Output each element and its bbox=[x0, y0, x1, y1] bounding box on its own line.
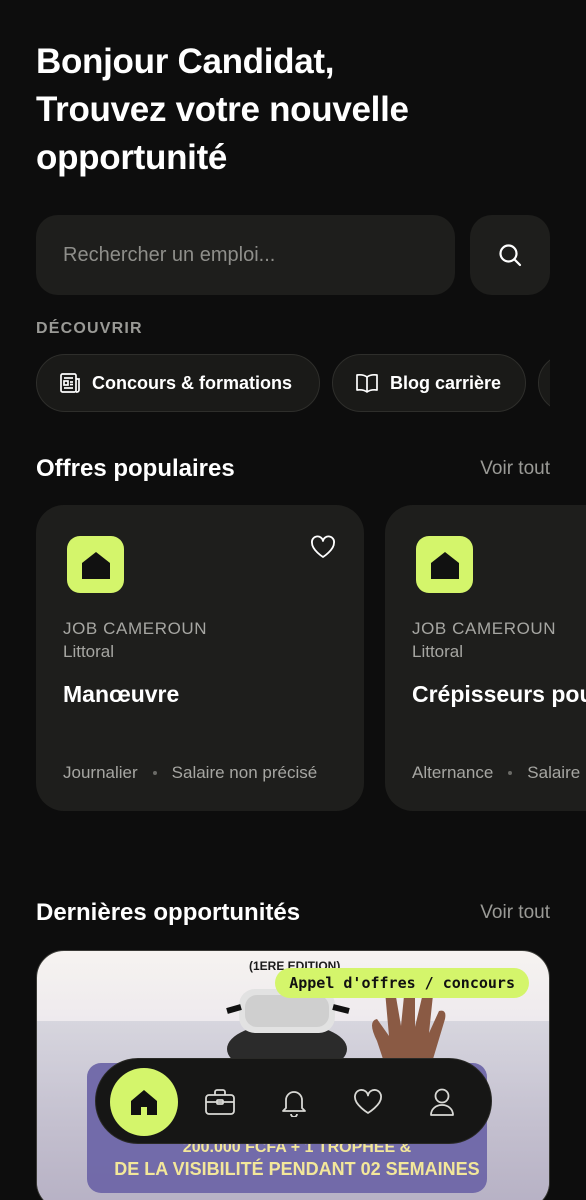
search-button[interactable] bbox=[470, 215, 550, 295]
search-icon bbox=[497, 242, 523, 268]
home-icon bbox=[129, 1088, 159, 1116]
favorite-button[interactable] bbox=[310, 535, 336, 564]
job-contract: Alternance bbox=[412, 763, 494, 782]
category-badge: Appel d'offres / concours bbox=[275, 968, 529, 998]
job-location: Littoral bbox=[412, 642, 464, 661]
job-company: JOB CAMEROUN bbox=[63, 619, 208, 638]
job-card[interactable]: JOB CAMEROUN Littoral Manœuvre Journalie… bbox=[36, 505, 364, 811]
job-location: Littoral bbox=[63, 642, 115, 661]
latest-see-all-link[interactable]: Voir tout bbox=[480, 902, 550, 924]
latest-opportunities-title: Dernières opportunités bbox=[36, 899, 301, 926]
greeting-title: Bonjour Candidat, Trouvez votre nouvelle… bbox=[36, 38, 556, 182]
job-company: JOB CAMEROUN bbox=[412, 619, 557, 638]
user-icon bbox=[428, 1087, 456, 1117]
nav-favorites-button[interactable] bbox=[340, 1059, 396, 1145]
heart-icon bbox=[310, 535, 336, 563]
bottom-navigation bbox=[95, 1058, 492, 1144]
book-icon bbox=[355, 372, 379, 394]
poster-visibility-text: DE LA VISIBILITÉ PENDANT 02 SEMAINES bbox=[114, 1159, 480, 1179]
discover-chips: Concours & formations Blog carrière bbox=[36, 354, 550, 412]
popular-offers-title: Offres populaires bbox=[36, 455, 235, 482]
chip-blog-carriere[interactable]: Blog carrière bbox=[332, 354, 526, 412]
job-title: Crépisseurs pour chantier bbox=[412, 681, 586, 707]
discover-label: DÉCOUVRIR bbox=[36, 320, 143, 337]
popular-see-all-link[interactable]: Voir tout bbox=[480, 458, 550, 480]
job-meta: Journalier Salaire non précisé bbox=[63, 763, 317, 783]
job-card[interactable]: JOB CAMEROUN Littoral Crépisseurs pour c… bbox=[385, 505, 586, 811]
greeting-line-1: Bonjour Candidat, bbox=[36, 42, 335, 81]
popular-offers-carousel: JOB CAMEROUN Littoral Manœuvre Journalie… bbox=[0, 505, 586, 811]
separator-dot bbox=[152, 771, 157, 775]
job-salary: Salaire non précisé bbox=[527, 763, 586, 782]
job-title: Manœuvre bbox=[63, 681, 180, 707]
chip-label: Blog carrière bbox=[390, 372, 502, 393]
job-meta: Alternance Salaire non précisé bbox=[412, 763, 586, 783]
greeting-line-3: opportunité bbox=[36, 138, 228, 177]
chip-more[interactable] bbox=[538, 354, 550, 412]
nav-notifications-button[interactable] bbox=[266, 1059, 322, 1145]
separator-dot bbox=[508, 771, 513, 775]
search-box[interactable] bbox=[36, 215, 455, 295]
greeting-line-2: Trouvez votre nouvelle bbox=[36, 90, 409, 129]
company-logo bbox=[416, 536, 473, 593]
nav-home-button[interactable] bbox=[110, 1068, 178, 1136]
heart-icon bbox=[353, 1089, 383, 1115]
job-contract: Journalier bbox=[63, 763, 138, 782]
chip-label: Concours & formations bbox=[92, 372, 293, 393]
search-input[interactable] bbox=[63, 243, 455, 267]
job-salary: Salaire non précisé bbox=[171, 763, 318, 782]
nav-jobs-button[interactable] bbox=[192, 1059, 248, 1145]
bell-icon bbox=[280, 1087, 308, 1117]
newspaper-icon bbox=[59, 372, 81, 394]
nav-profile-button[interactable] bbox=[414, 1059, 470, 1145]
chip-concours-formations[interactable]: Concours & formations bbox=[36, 354, 320, 412]
briefcase-icon bbox=[204, 1088, 236, 1116]
company-logo bbox=[67, 536, 124, 593]
